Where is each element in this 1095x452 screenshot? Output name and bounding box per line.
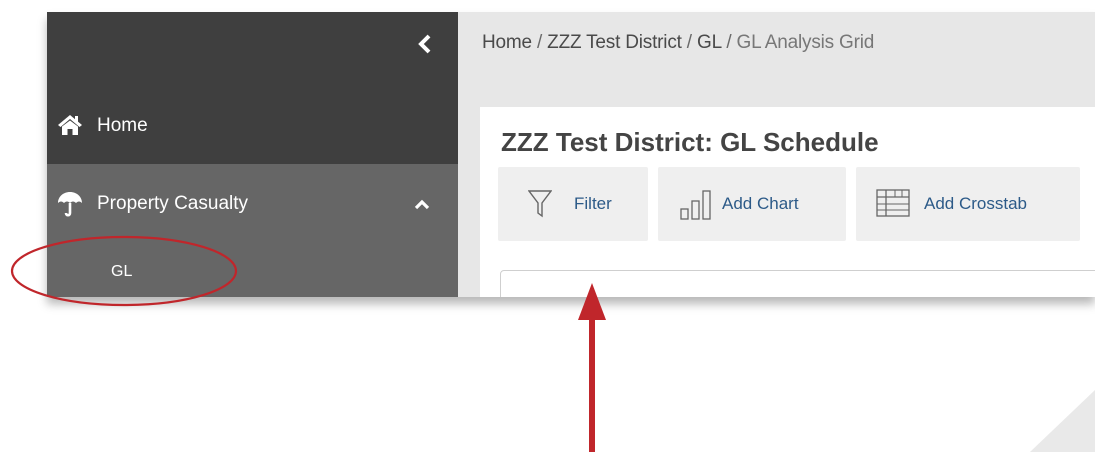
page-title: ZZZ Test District: GL Schedule <box>501 127 879 157</box>
sidebar-item-label: Property Casualty <box>97 193 249 214</box>
breadcrumb-separator: / <box>686 32 692 53</box>
add-crosstab-button[interactable]: Add Crosstab <box>856 167 1080 241</box>
schedule-card: ZZZ Test District: GL Schedule Filter Ad… <box>480 107 1095 297</box>
sidebar-item-label: GL <box>111 263 133 280</box>
table-icon <box>876 189 910 217</box>
breadcrumb: Home / ZZZ Test District / GL / GL Analy… <box>482 32 874 54</box>
sidebar-item-label: Home <box>97 115 148 136</box>
breadcrumb-separator: / <box>536 32 543 53</box>
add-chart-label: Add Chart <box>722 194 799 213</box>
add-crosstab-label: Add Crosstab <box>924 194 1027 213</box>
sidebar-item-home[interactable]: Home <box>47 106 458 146</box>
sidebar-item-gl[interactable]: GL <box>47 256 458 288</box>
filter-button[interactable]: Filter <box>498 167 648 241</box>
home-icon <box>58 115 82 135</box>
filter-icon <box>528 190 552 218</box>
app-screenshot: Home Property Casualty GL Home / ZZZ Tes… <box>47 12 1095 297</box>
breadcrumb-link-home[interactable]: Home <box>482 32 532 53</box>
chevron-left-icon <box>418 34 431 54</box>
sidebar-item-property-casualty[interactable]: Property Casualty <box>47 184 458 224</box>
analysis-grid-panel <box>500 270 1095 297</box>
umbrella-icon <box>58 192 82 217</box>
breadcrumb-link-district[interactable]: ZZZ Test District <box>547 32 682 53</box>
breadcrumb-link-gl[interactable]: GL <box>697 32 721 53</box>
page-corner-decoration <box>1030 390 1095 452</box>
bar-chart-icon <box>680 190 711 220</box>
main-content: Home / ZZZ Test District / GL / GL Analy… <box>458 12 1095 297</box>
collapse-sidebar-button[interactable] <box>415 32 435 56</box>
sidebar: Home Property Casualty GL <box>47 12 458 297</box>
chevron-up-icon <box>414 199 430 210</box>
breadcrumb-current: GL Analysis Grid <box>736 32 875 53</box>
add-chart-button[interactable]: Add Chart <box>658 167 846 241</box>
breadcrumb-separator: / <box>726 32 732 53</box>
filter-label: Filter <box>574 194 612 213</box>
